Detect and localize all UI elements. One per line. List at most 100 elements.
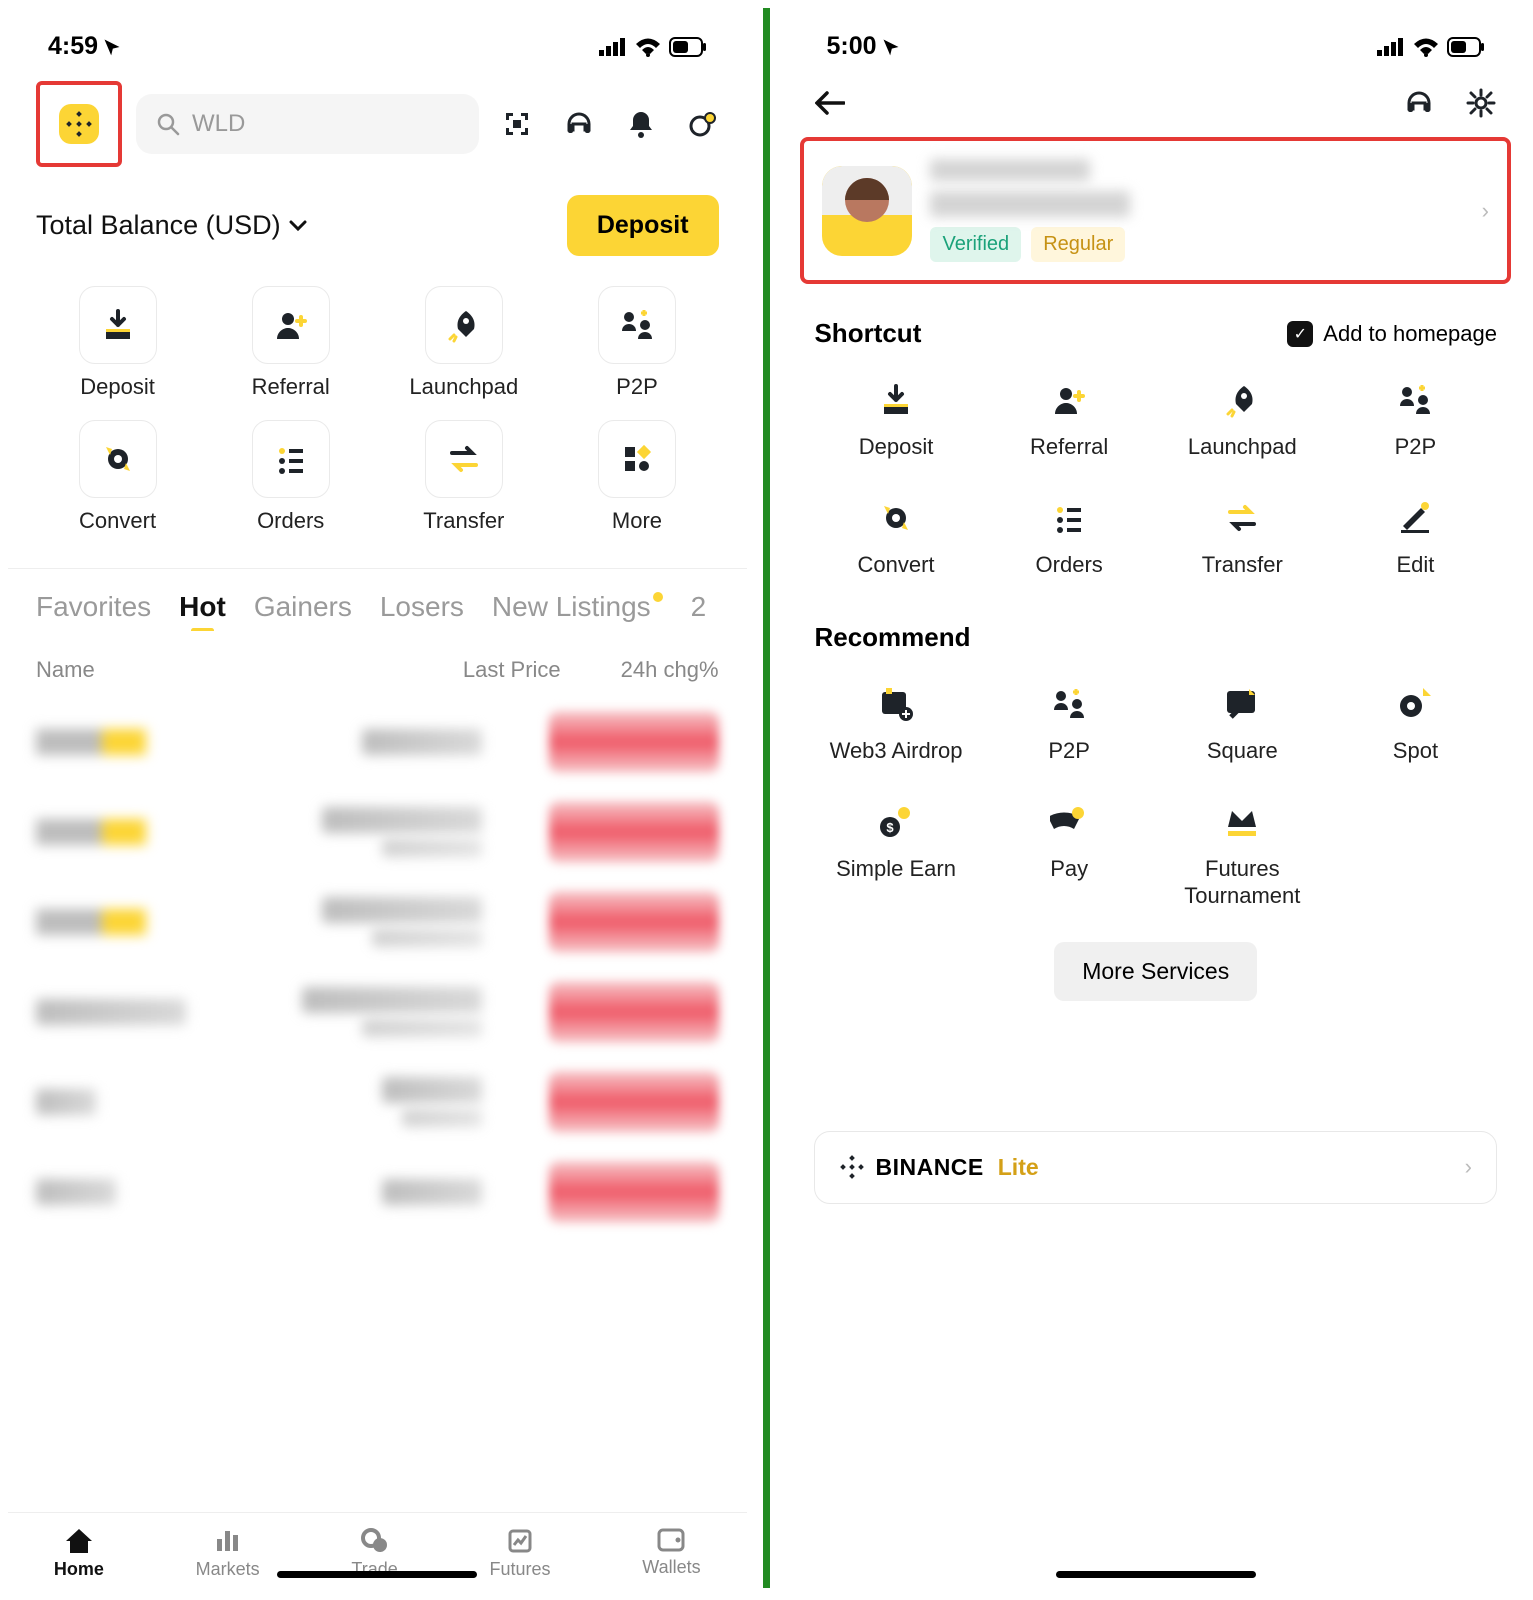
earn-icon: $ — [876, 805, 916, 839]
chevron-down-icon — [289, 220, 307, 232]
nav-wallets[interactable]: Wallets — [642, 1527, 700, 1580]
scan-icon[interactable] — [501, 108, 533, 140]
launchpad-icon — [446, 307, 482, 343]
recommend-futures-tournament[interactable]: Futures Tournament — [1161, 801, 1324, 910]
p2p-icon — [1397, 382, 1433, 418]
tab-new-listings[interactable]: New Listings — [492, 591, 651, 622]
edit-icon — [1397, 500, 1433, 536]
gear-icon — [1466, 88, 1496, 118]
shortcut2-launchpad[interactable]: Launchpad — [1161, 379, 1324, 461]
orders-icon — [1051, 500, 1087, 536]
recommend-spot[interactable]: Spot — [1334, 683, 1497, 765]
separator — [763, 8, 771, 1588]
brand-name: BINANCE — [875, 1154, 983, 1181]
search-placeholder: WLD — [192, 110, 245, 138]
recommend-square[interactable]: Square — [1161, 683, 1324, 765]
shortcut2-p2p[interactable]: P2P — [1334, 379, 1497, 461]
tab-gainers[interactable]: Gainers — [254, 591, 352, 623]
profile-card[interactable]: Verified Regular › — [800, 137, 1511, 284]
shortcut-deposit[interactable]: Deposit — [36, 286, 199, 400]
chevron-right-icon: › — [1482, 198, 1489, 224]
markets-icon — [214, 1527, 242, 1555]
tab-hot[interactable]: Hot — [179, 591, 226, 623]
add-homepage-toggle[interactable]: ✓ Add to homepage — [1287, 321, 1497, 347]
nav-markets[interactable]: Markets — [196, 1527, 260, 1580]
table-row[interactable] — [36, 967, 719, 1057]
binance-logo-icon — [839, 1154, 865, 1180]
shortcut-more[interactable]: More — [555, 420, 718, 534]
more-services-button[interactable]: More Services — [1054, 942, 1257, 1001]
tab-more[interactable]: 2 — [691, 591, 707, 623]
column-name: Name — [36, 657, 95, 683]
tab-losers[interactable]: Losers — [380, 591, 464, 623]
transfer-icon — [1224, 500, 1260, 536]
shortcut2-edit[interactable]: Edit — [1334, 497, 1497, 579]
shortcut2-deposit[interactable]: Deposit — [814, 379, 977, 461]
pay-icon — [1050, 805, 1088, 839]
username-redacted — [930, 159, 1090, 181]
coin-notification-icon[interactable] — [687, 108, 719, 140]
table-row[interactable] — [36, 697, 719, 787]
search-icon — [156, 112, 180, 136]
deposit-icon — [100, 307, 136, 343]
shortcut2-transfer[interactable]: Transfer — [1161, 497, 1324, 579]
shortcut-referral[interactable]: Referral — [209, 286, 372, 400]
orders-icon — [273, 441, 309, 477]
nav-futures[interactable]: Futures — [490, 1527, 551, 1580]
launchpad-icon — [1224, 382, 1260, 418]
nav-home[interactable]: Home — [54, 1527, 104, 1580]
userid-redacted — [930, 191, 1130, 217]
deposit-button[interactable]: Deposit — [567, 195, 719, 256]
wifi-icon — [1413, 37, 1439, 57]
bell-icon[interactable] — [625, 108, 657, 140]
referral-icon — [273, 307, 309, 343]
app-logo-button[interactable] — [46, 91, 112, 157]
table-row[interactable] — [36, 1147, 719, 1237]
recommend-pay[interactable]: Pay — [988, 801, 1151, 910]
balance-label[interactable]: Total Balance (USD) — [36, 210, 307, 241]
recommend-title: Recommend — [814, 622, 970, 653]
trade-icon — [360, 1527, 390, 1555]
app-logo-highlight — [36, 81, 122, 167]
recommend-simple-earn[interactable]: $Simple Earn — [814, 801, 977, 910]
recommend-p2p[interactable]: P2P — [988, 683, 1151, 765]
status-bar: 5:00 — [786, 8, 1525, 71]
wallet-icon — [656, 1527, 686, 1553]
shortcut2-referral[interactable]: Referral — [988, 379, 1151, 461]
list-header: Name Last Price 24h chg% — [8, 631, 747, 697]
more-icon — [619, 441, 655, 477]
location-icon — [102, 37, 122, 57]
shortcut-convert[interactable]: Convert — [36, 420, 199, 534]
home-indicator — [277, 1571, 477, 1578]
status-time: 4:59 — [48, 32, 98, 61]
tab-favorites[interactable]: Favorites — [36, 591, 151, 623]
recommend-grid: Web3 Airdrop P2P Square Spot $Simple Ear… — [786, 653, 1525, 920]
signal-icon — [599, 38, 627, 56]
shortcut-transfer[interactable]: Transfer — [382, 420, 545, 534]
shortcut-orders[interactable]: Orders — [209, 420, 372, 534]
shortcuts-grid: Deposit Referral Launchpad P2P Convert O… — [8, 256, 747, 554]
support-icon[interactable] — [563, 108, 595, 140]
table-row[interactable] — [36, 1057, 719, 1147]
convert-icon — [100, 441, 136, 477]
shortcut-launchpad[interactable]: Launchpad — [382, 286, 545, 400]
status-bar: 4:59 — [8, 8, 747, 71]
regular-badge: Regular — [1031, 227, 1125, 262]
table-row[interactable] — [36, 877, 719, 967]
shortcut2-convert[interactable]: Convert — [814, 497, 977, 579]
binance-lite-card[interactable]: BINANCE Lite › — [814, 1131, 1497, 1204]
lite-label: Lite — [998, 1154, 1039, 1181]
recommend-web3-airdrop[interactable]: Web3 Airdrop — [814, 683, 977, 765]
shortcut2-orders[interactable]: Orders — [988, 497, 1151, 579]
transfer-icon — [446, 441, 482, 477]
crown-icon — [1224, 805, 1260, 839]
search-input[interactable]: WLD — [136, 94, 479, 154]
dot-indicator — [653, 592, 663, 602]
settings-icon[interactable] — [1465, 87, 1497, 119]
table-row[interactable] — [36, 787, 719, 877]
back-button[interactable] — [814, 87, 846, 119]
support-icon[interactable] — [1403, 87, 1435, 119]
shortcut-p2p[interactable]: P2P — [555, 286, 718, 400]
column-price: Last Price — [463, 657, 561, 683]
chevron-right-icon: › — [1465, 1154, 1472, 1180]
